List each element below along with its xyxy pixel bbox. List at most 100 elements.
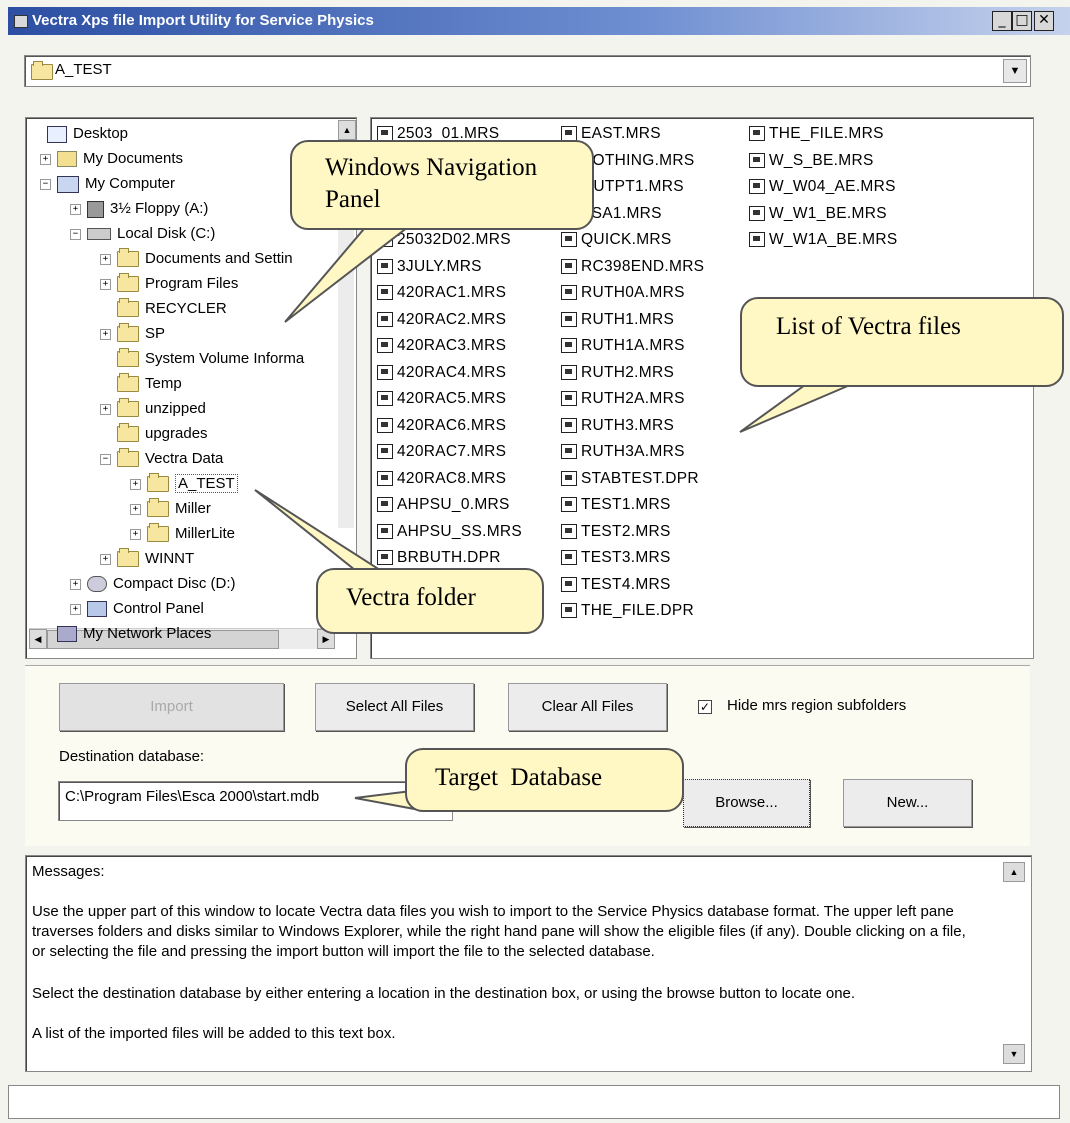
tree-item[interactable]: + MillerLite bbox=[130, 523, 235, 545]
file-item[interactable]: 420RAC8.MRS bbox=[377, 468, 506, 490]
expand-toggle-icon[interactable]: + bbox=[100, 328, 111, 340]
expand-toggle-icon[interactable]: + bbox=[130, 528, 141, 540]
file-item[interactable]: 420RAC1.MRS bbox=[377, 282, 506, 304]
tree-item[interactable]: + WINNT bbox=[100, 548, 194, 570]
file-item[interactable]: RUTH0A.MRS bbox=[561, 282, 685, 304]
file-icon bbox=[561, 285, 577, 301]
callout-navigation-panel: Windows Navigation Panel bbox=[290, 140, 594, 230]
file-item[interactable]: W_S_BE.MRS bbox=[749, 150, 874, 172]
file-name: RUTH3A.MRS bbox=[581, 443, 685, 460]
file-item[interactable]: 420RAC3.MRS bbox=[377, 335, 506, 357]
destination-database-input[interactable]: C:\Program Files\Esca 2000\start.mdb bbox=[58, 781, 453, 821]
file-name: STABTEST.DPR bbox=[581, 469, 699, 487]
file-item[interactable]: 420RAC6.MRS bbox=[377, 415, 506, 437]
tree-item[interactable]: My Network Places bbox=[40, 623, 211, 645]
tree-item[interactable]: + Documents and Settin bbox=[100, 248, 293, 270]
my-documents-icon bbox=[57, 151, 77, 168]
tree-item[interactable]: System Volume Informa bbox=[100, 348, 304, 370]
file-item[interactable]: THE_FILE.DPR bbox=[561, 600, 694, 622]
expand-toggle-icon[interactable]: + bbox=[40, 153, 51, 165]
tree-item-label: MillerLite bbox=[175, 525, 236, 543]
file-item[interactable]: STABTEST.DPR bbox=[561, 468, 699, 490]
expand-toggle-icon[interactable]: + bbox=[100, 278, 111, 290]
expand-toggle-icon[interactable]: − bbox=[100, 453, 111, 465]
tree-item[interactable]: Desktop bbox=[30, 123, 128, 145]
minimize-button[interactable]: _ bbox=[992, 11, 1012, 31]
file-name: TEST1.MRS bbox=[581, 496, 671, 513]
scroll-down-icon[interactable]: ▼ bbox=[1003, 1044, 1025, 1064]
file-item[interactable]: 420RAC2.MRS bbox=[377, 309, 506, 331]
file-item[interactable]: 420RAC4.MRS bbox=[377, 362, 506, 384]
expand-toggle-icon[interactable]: − bbox=[70, 228, 81, 240]
dropdown-arrow-icon[interactable]: ▼ bbox=[1003, 59, 1027, 83]
browse-button[interactable]: Browse... bbox=[683, 779, 810, 827]
tree-item-label: Local Disk (C:) bbox=[117, 225, 216, 243]
select-all-files-button[interactable]: Select All Files bbox=[315, 683, 474, 731]
my-computer-icon bbox=[57, 175, 79, 193]
expand-toggle-icon[interactable]: + bbox=[130, 503, 141, 515]
tree-item[interactable]: − My Computer bbox=[40, 173, 175, 195]
file-item[interactable]: TEST1.MRS bbox=[561, 494, 671, 516]
file-item[interactable]: RUTH3A.MRS bbox=[561, 441, 685, 463]
callout-text: List of Vectra files bbox=[776, 313, 961, 340]
expand-toggle-icon[interactable]: − bbox=[40, 178, 51, 190]
tree-item[interactable]: RECYCLER bbox=[100, 298, 227, 320]
tree-item[interactable]: +3½ Floppy (A:) bbox=[70, 198, 208, 220]
file-item[interactable]: THE_FILE.MRS bbox=[749, 123, 884, 145]
file-item[interactable]: W_W04_AE.MRS bbox=[749, 176, 896, 198]
file-item[interactable]: W_W1_BE.MRS bbox=[749, 203, 887, 225]
tree-item[interactable]: − Local Disk (C:) bbox=[70, 223, 215, 245]
file-item[interactable]: TEST4.MRS bbox=[561, 574, 671, 596]
file-item[interactable]: AHPSU_SS.MRS bbox=[377, 521, 522, 543]
file-item[interactable]: RC398END.MRS bbox=[561, 256, 704, 278]
file-item[interactable]: 420RAC7.MRS bbox=[377, 441, 506, 463]
tree-item[interactable]: + SP bbox=[100, 323, 165, 345]
hide-subfolders-checkbox[interactable]: ✓ bbox=[698, 700, 712, 714]
tree-item[interactable]: + Control Panel bbox=[70, 598, 204, 620]
expand-toggle-icon[interactable]: + bbox=[130, 478, 141, 490]
clear-all-files-button[interactable]: Clear All Files bbox=[508, 683, 667, 731]
messages-textbox[interactable]: Messages: Use the upper part of this win… bbox=[25, 855, 1032, 1072]
file-name: 420RAC4.MRS bbox=[397, 363, 507, 381]
file-name: TEST4.MRS bbox=[581, 575, 671, 593]
scroll-up-icon[interactable]: ▲ bbox=[1003, 862, 1025, 882]
import-button[interactable]: Import bbox=[59, 683, 284, 731]
file-item[interactable]: RUTH2A.MRS bbox=[561, 388, 685, 410]
new-database-button[interactable]: New... bbox=[843, 779, 972, 827]
file-item[interactable]: RUTH1.MRS bbox=[561, 309, 674, 331]
file-item[interactable]: 3JULY.MRS bbox=[377, 256, 482, 278]
file-item[interactable]: BRBUTH.DPR bbox=[377, 547, 501, 569]
tree-item[interactable]: + A_TEST bbox=[130, 473, 238, 495]
file-item[interactable]: QUICK.MRS bbox=[561, 229, 672, 251]
expand-toggle-icon[interactable]: + bbox=[70, 203, 81, 215]
tree-item[interactable]: − Vectra Data bbox=[100, 448, 223, 470]
expand-toggle-icon[interactable]: + bbox=[100, 553, 111, 565]
tree-item[interactable]: Temp bbox=[100, 373, 182, 395]
close-button[interactable]: ✕ bbox=[1034, 11, 1054, 31]
maximize-button[interactable]: □ bbox=[1012, 11, 1032, 31]
expand-toggle-icon[interactable]: + bbox=[100, 253, 111, 265]
tree-item[interactable]: + Miller bbox=[130, 498, 211, 520]
scroll-up-icon[interactable]: ▲ bbox=[338, 120, 356, 140]
expand-toggle-icon[interactable]: + bbox=[70, 578, 81, 590]
expand-toggle-icon[interactable]: + bbox=[100, 403, 111, 415]
tree-item[interactable]: upgrades bbox=[100, 423, 208, 445]
tree-item[interactable]: + My Documents bbox=[40, 148, 183, 170]
file-item[interactable]: RUTH1A.MRS bbox=[561, 335, 685, 357]
file-item[interactable]: TEST3.MRS bbox=[561, 547, 671, 569]
file-name: TEST2.MRS bbox=[581, 522, 671, 540]
file-item[interactable]: RUTH2.MRS bbox=[561, 362, 674, 384]
file-item[interactable]: RUTH3.MRS bbox=[561, 415, 674, 437]
expand-toggle-icon[interactable]: + bbox=[70, 603, 81, 615]
tree-item[interactable]: + unzipped bbox=[100, 398, 206, 420]
file-item[interactable]: W_W1A_BE.MRS bbox=[749, 229, 898, 251]
file-item[interactable]: AHPSU_0.MRS bbox=[377, 494, 510, 516]
tree-item[interactable]: + Program Files bbox=[100, 273, 238, 295]
file-item[interactable]: TEST2.MRS bbox=[561, 521, 671, 543]
tree-item[interactable]: + Compact Disc (D:) bbox=[70, 573, 236, 595]
folder-path-combo[interactable]: A_TEST ▼ bbox=[24, 55, 1031, 87]
file-item[interactable]: 420RAC5.MRS bbox=[377, 388, 506, 410]
folder-icon bbox=[147, 498, 169, 518]
file-icon bbox=[377, 497, 393, 513]
file-item[interactable]: 25032D02.MRS bbox=[377, 229, 511, 251]
